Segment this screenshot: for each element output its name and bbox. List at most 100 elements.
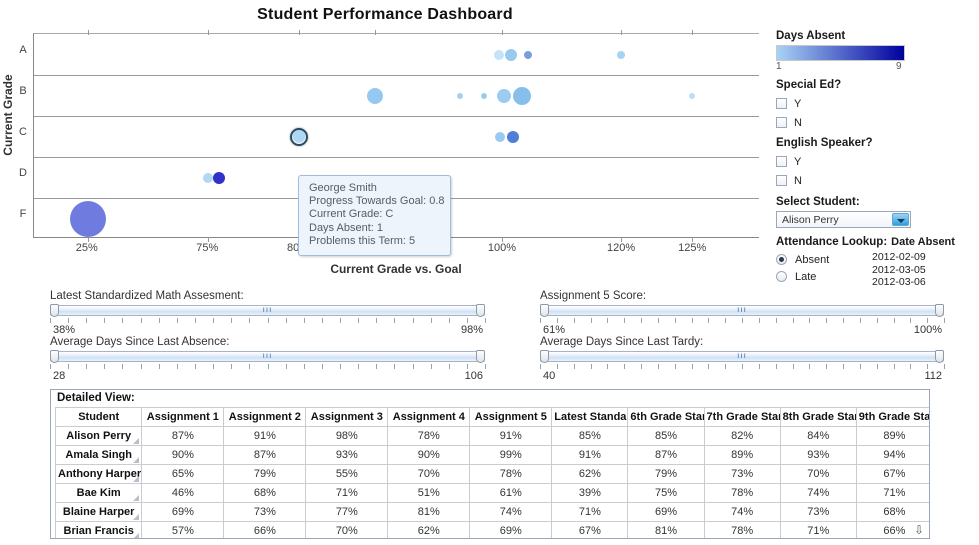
table-row[interactable]: Brian Francis57%66%70%62%69%67%81%78%71%…: [56, 522, 931, 540]
table-cell: 87%: [224, 446, 306, 465]
chart-bubble[interactable]: [290, 128, 308, 146]
radio-icon[interactable]: [776, 254, 787, 265]
chart-bubble[interactable]: [481, 93, 487, 99]
table-cell-student: Brian Francis: [56, 522, 142, 540]
row-drag-handle-icon[interactable]: [133, 476, 139, 482]
row-drag-handle-icon[interactable]: [133, 533, 139, 539]
table-column-header[interactable]: Assignment 1: [142, 408, 224, 427]
chart-bubble[interactable]: [513, 87, 531, 105]
table-column-header[interactable]: Assignment 5: [470, 408, 552, 427]
filter-english-speaker-y[interactable]: Y: [776, 152, 979, 171]
x-tick-mark: [88, 30, 89, 35]
detailed-view-table[interactable]: StudentAssignment 1Assignment 2Assignmen…: [55, 407, 930, 539]
absent-date: 2012-03-06: [872, 276, 926, 289]
table-column-header[interactable]: 9th Grade Standardized Math: [856, 408, 930, 427]
table-column-header[interactable]: 6th Grade Standardized Math: [628, 408, 704, 427]
chart-bubble[interactable]: [497, 89, 511, 103]
table-column-header[interactable]: 7th Grade Standardized Math: [704, 408, 780, 427]
row-drag-handle-icon[interactable]: [133, 438, 139, 444]
slider-handle-right[interactable]: [935, 350, 944, 363]
bubble-chart[interactable]: Current Grade Current Grade vs. Goal Geo…: [0, 30, 770, 280]
chart-bubble[interactable]: [495, 132, 505, 142]
select-student-dropdown[interactable]: Alison Perry: [776, 211, 911, 228]
radio-icon[interactable]: [776, 271, 787, 282]
row-drag-handle-icon[interactable]: [133, 495, 139, 501]
chart-bubble[interactable]: [367, 88, 383, 104]
slider-days-since-absence[interactable]: Average Days Since Last Absence: ııı 28106: [50, 336, 485, 383]
slider-assignment-5-score[interactable]: Assignment 5 Score:ııı61%100%: [540, 290, 944, 337]
table-row[interactable]: Blaine Harper69%73%77%81%74%71%69%74%73%…: [56, 503, 931, 522]
row-drag-handle-icon[interactable]: [133, 457, 139, 463]
slider-handle-right[interactable]: [935, 304, 944, 317]
chevron-down-icon[interactable]: [892, 213, 909, 226]
filter-special-ed-y[interactable]: Y: [776, 94, 979, 113]
slider-handle-left[interactable]: [50, 350, 59, 363]
slider-math-assessment[interactable]: Latest Standardized Math Assesment:ııı38…: [50, 290, 485, 337]
chart-bubble[interactable]: [617, 51, 625, 59]
table-column-header[interactable]: Assignment 4: [388, 408, 470, 427]
table-column-header[interactable]: Assignment 2: [224, 408, 306, 427]
checkbox-icon[interactable]: [776, 98, 787, 109]
filter-special-ed-n[interactable]: N: [776, 113, 979, 132]
table-row[interactable]: Alison Perry87%91%98%78%91%85%85%82%84%8…: [56, 427, 931, 446]
slider-handle-left[interactable]: [540, 350, 549, 363]
chart-bubble[interactable]: [213, 172, 225, 184]
x-tick-mark: [208, 30, 209, 35]
chart-bubble[interactable]: [507, 131, 519, 143]
slider-values: 28106: [50, 370, 485, 383]
scroll-down-icon[interactable]: ⇩: [914, 525, 924, 535]
tooltip-days-absent: Days Absent: 1: [309, 222, 442, 235]
date-absent-label: Date Absent: [891, 236, 955, 248]
filter-heading-special-ed: Special Ed?: [776, 79, 979, 91]
slider-days-since-tardy[interactable]: Average Days Since Last Tardy:ııı40112: [540, 336, 944, 383]
table-cell: 74%: [704, 503, 780, 522]
table-column-header[interactable]: Latest Standardized Math Assesment: [552, 408, 628, 427]
chart-bubble[interactable]: [505, 49, 517, 61]
slider-handle-right[interactable]: [476, 350, 485, 363]
checkbox-icon[interactable]: [776, 117, 787, 128]
controls-panel: Days Absent 1 9 Special Ed?YNEnglish Spe…: [776, 30, 979, 285]
chart-bubble[interactable]: [203, 173, 213, 183]
chart-bubble[interactable]: [494, 50, 504, 60]
table-column-header[interactable]: Assignment 3: [306, 408, 388, 427]
slider-track-wrap[interactable]: ııı: [540, 304, 944, 318]
table-column-header[interactable]: Student: [56, 408, 142, 427]
filter-english-speaker-n[interactable]: N: [776, 171, 979, 190]
attendance-header: Attendance Lookup: Date Absent: [776, 236, 979, 248]
table-cell: 87%: [142, 427, 224, 446]
table-cell: 67%: [552, 522, 628, 540]
chart-bubble[interactable]: [457, 93, 463, 99]
chart-bubble[interactable]: [689, 93, 695, 99]
detailed-view-panel: Detailed View: StudentAssignment 1Assign…: [50, 389, 930, 539]
table-row[interactable]: Bae Kim46%68%71%51%61%39%75%78%74%71%: [56, 484, 931, 503]
table-row[interactable]: Amala Singh90%87%93%90%99%91%87%89%93%94…: [56, 446, 931, 465]
page-title: Student Performance Dashboard: [0, 6, 770, 24]
x-axis-title: Current Grade vs. Goal: [33, 262, 759, 276]
table-cell: 61%: [470, 484, 552, 503]
slider-grip-icon[interactable]: ııı: [737, 352, 747, 360]
table-cell: 69%: [470, 522, 552, 540]
attendance-lookup-label: Attendance Lookup:: [776, 236, 887, 248]
slider-grip-icon[interactable]: ııı: [263, 352, 273, 360]
slider-handle-left[interactable]: [50, 304, 59, 317]
days-absent-gradient: [776, 45, 905, 61]
row-drag-handle-icon[interactable]: [133, 514, 139, 520]
y-tick-label: B: [16, 85, 30, 97]
slider-track-wrap[interactable]: ııı: [50, 304, 485, 318]
table-cell: 78%: [470, 465, 552, 484]
table-row[interactable]: Anthony Harper65%79%55%70%78%62%79%73%70…: [56, 465, 931, 484]
slider-label: Average Days Since Last Absence:: [50, 336, 485, 348]
slider-grip-icon[interactable]: ııı: [263, 306, 273, 314]
table-column-header[interactable]: 8th Grade Standardized Math: [780, 408, 856, 427]
slider-track-wrap[interactable]: ııı: [50, 350, 485, 364]
slider-handle-right[interactable]: [476, 304, 485, 317]
chart-bubble[interactable]: [524, 51, 532, 59]
table-cell: 62%: [552, 465, 628, 484]
slider-max-value: 112: [924, 370, 942, 382]
chart-bubble[interactable]: [70, 201, 106, 237]
slider-track-wrap[interactable]: ııı: [540, 350, 944, 364]
slider-handle-left[interactable]: [540, 304, 549, 317]
checkbox-icon[interactable]: [776, 175, 787, 186]
checkbox-icon[interactable]: [776, 156, 787, 167]
slider-grip-icon[interactable]: ııı: [737, 306, 747, 314]
